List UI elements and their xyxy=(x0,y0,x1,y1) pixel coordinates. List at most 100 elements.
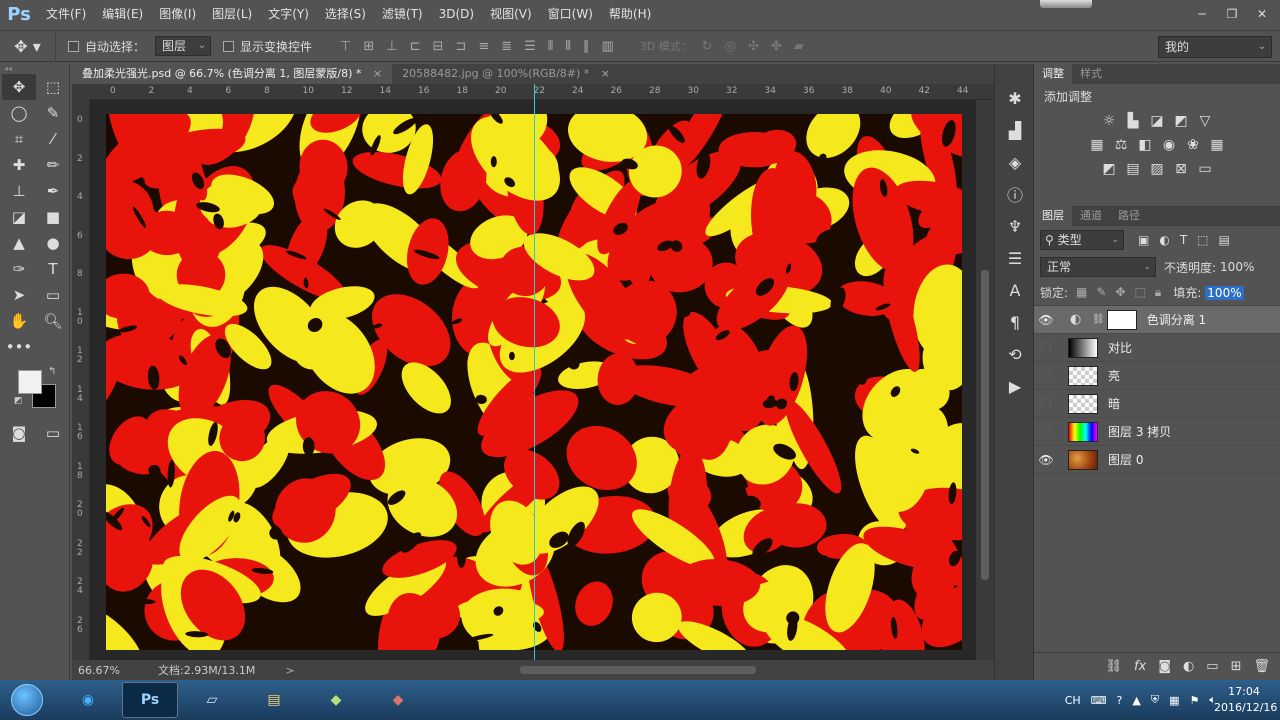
action-center-icon[interactable]: ⚑ xyxy=(1190,694,1200,707)
brush-tool-icon[interactable]: ✏ xyxy=(36,152,70,178)
screen-mode-icon[interactable]: ▭ xyxy=(36,420,70,446)
close-icon[interactable]: × xyxy=(373,67,382,80)
dodge-tool-icon[interactable]: ● xyxy=(36,230,70,256)
fx-icon[interactable]: fx xyxy=(1134,659,1146,674)
show-transform-checkbox[interactable] xyxy=(223,40,235,52)
tray-expand-icon[interactable]: ▲ xyxy=(1132,694,1140,707)
histogram-icon[interactable]: ▟ xyxy=(995,114,1035,146)
menu-layer[interactable]: 图层(L) xyxy=(204,0,260,28)
layer-name[interactable]: 暗 xyxy=(1108,395,1120,412)
more-tools-icon[interactable]: ••• xyxy=(2,334,36,360)
layer-kind-filter[interactable]: ⚲ 类型 ⌄ xyxy=(1040,230,1124,250)
3d-pan-icon[interactable]: ✣ xyxy=(748,39,759,54)
add-mask-icon[interactable]: ◙ xyxy=(1158,659,1171,674)
lock-transparent-icon[interactable]: ▦ xyxy=(1076,285,1087,300)
vertical-ruler[interactable]: 0 2 4 6 8 10 12 14 16 18 20 22 24 26 xyxy=(72,100,90,660)
scroll-thumb[interactable] xyxy=(981,270,989,580)
menu-edit[interactable]: 编辑(E) xyxy=(94,0,151,28)
visibility-toggle[interactable] xyxy=(1034,341,1058,355)
visibility-toggle[interactable] xyxy=(1034,369,1058,383)
auto-align-icon[interactable]: ▥ xyxy=(601,39,613,54)
delete-layer-icon[interactable]: 🗑︎ xyxy=(1253,659,1270,674)
move-tool-icon[interactable]: ✥ xyxy=(2,74,36,100)
eyedropper-tool-icon[interactable]: ⁄ xyxy=(36,126,70,152)
path-select-tool-icon[interactable]: ➤ xyxy=(2,282,36,308)
canvas-workspace[interactable] xyxy=(90,100,976,660)
auto-select-target-dropdown[interactable]: 图层 ⌄ xyxy=(155,36,212,56)
menu-select[interactable]: 选择(S) xyxy=(317,0,374,28)
align-top-icon[interactable]: ⊤ xyxy=(340,39,351,54)
blend-mode-dropdown[interactable]: 正常 ⌄ xyxy=(1040,257,1156,277)
photoshop-task-icon[interactable]: Ps xyxy=(122,682,178,718)
photo-filter-icon[interactable]: ◉ xyxy=(1160,137,1178,153)
3d-roll-icon[interactable]: ◎ xyxy=(725,39,736,54)
menu-3d[interactable]: 3D(D) xyxy=(431,0,482,28)
layer-row[interactable]: 👁︎ ◐ ⛓ 色调分离 1 xyxy=(1034,306,1280,334)
tab-adjustments[interactable]: 调整 xyxy=(1034,64,1072,84)
default-colors-icon[interactable]: ◩ xyxy=(14,396,23,406)
menu-type[interactable]: 文字(Y) xyxy=(260,0,317,28)
3d-slide-icon[interactable]: ✤ xyxy=(771,39,782,54)
type-tool-icon[interactable]: T xyxy=(36,256,70,282)
workspace-dropdown[interactable]: 我的 ⌄ xyxy=(1158,36,1272,58)
distribute-bottom-icon[interactable]: ☰ xyxy=(524,39,536,54)
threshold-icon[interactable]: ▨ xyxy=(1148,161,1166,177)
type-filter-icon[interactable]: T xyxy=(1180,233,1187,247)
quick-select-tool-icon[interactable]: ✎ xyxy=(36,100,70,126)
rectangle-tool-icon[interactable]: ▭ xyxy=(36,282,70,308)
app-task-icon-1[interactable]: ◆ xyxy=(308,682,364,718)
quick-mask-icon[interactable]: ◙ xyxy=(2,420,36,446)
tab-paths[interactable]: 路径 xyxy=(1110,206,1148,226)
pen-tool-icon[interactable]: ✑ xyxy=(2,256,36,282)
zoom-level[interactable]: 66.67% xyxy=(72,664,132,677)
layer-row[interactable]: 对比 xyxy=(1034,334,1280,362)
layer-name[interactable]: 图层 3 拷贝 xyxy=(1108,423,1171,440)
start-button[interactable] xyxy=(0,680,54,720)
fill-value[interactable]: 100% xyxy=(1205,285,1244,300)
menu-file[interactable]: 文件(F) xyxy=(38,0,94,28)
tab-layers[interactable]: 图层 xyxy=(1034,206,1072,226)
adjustment-filter-icon[interactable]: ◐ xyxy=(1159,233,1169,247)
hand-tool-icon[interactable]: ✋ xyxy=(2,308,36,334)
paragraph-icon[interactable]: ¶ xyxy=(995,306,1035,338)
opacity-value[interactable]: 100% xyxy=(1220,260,1254,274)
actions-icon[interactable]: ▶ xyxy=(995,370,1035,402)
clock[interactable]: 17:04 2016/12/16 xyxy=(1214,684,1277,716)
smart-object-filter-icon[interactable]: ▤ xyxy=(1219,233,1230,247)
curves-icon[interactable]: ◪ xyxy=(1148,113,1166,129)
gradient-tool-icon[interactable]: ■ xyxy=(36,204,70,230)
zoom-tool-icon[interactable]: 🔍︎ xyxy=(36,308,70,334)
align-vcenter-icon[interactable]: ⊞ xyxy=(363,39,374,54)
layer-name[interactable]: 图层 0 xyxy=(1108,451,1143,468)
new-layer-icon[interactable]: ⊞ xyxy=(1231,659,1242,674)
levels-icon[interactable]: ▙ xyxy=(1124,113,1142,129)
posterize-icon[interactable]: ▤ xyxy=(1124,161,1142,177)
color-balance-icon[interactable]: ⚖ xyxy=(1112,137,1130,153)
swap-colors-icon[interactable]: ↰ xyxy=(48,366,56,377)
visibility-toggle[interactable] xyxy=(1034,397,1058,411)
black-white-icon[interactable]: ◧ xyxy=(1136,137,1154,153)
auto-select-checkbox[interactable] xyxy=(68,40,79,52)
channel-mixer-icon[interactable]: ❀ xyxy=(1184,137,1202,153)
layer-row[interactable]: 图层 3 拷贝 xyxy=(1034,418,1280,446)
hue-saturation-icon[interactable]: ▦ xyxy=(1088,137,1106,153)
vertical-guide[interactable] xyxy=(534,84,535,662)
minimize-button[interactable]: ─ xyxy=(1190,5,1214,23)
horizontal-ruler[interactable]: 0 2 4 6 8 10 12 14 16 18 20 22 24 26 28 30 32 34 36 38 40 42 4… xyxy=(90,84,1007,100)
align-right-icon[interactable]: ⊐ xyxy=(455,39,466,54)
vertical-scrollbar[interactable] xyxy=(976,100,994,660)
layer-row[interactable]: 亮 xyxy=(1034,362,1280,390)
tab-styles[interactable]: 样式 xyxy=(1072,64,1110,84)
browser-task-icon[interactable]: ◉ xyxy=(60,682,116,718)
menu-image[interactable]: 图像(I) xyxy=(151,0,204,28)
keyboard-icon[interactable]: ⌨ xyxy=(1091,694,1107,707)
align-hcenter-icon[interactable]: ⊟ xyxy=(433,39,444,54)
3d-scale-icon[interactable]: ▰ xyxy=(794,39,804,54)
character-icon[interactable]: A xyxy=(995,274,1035,306)
align-bottom-icon[interactable]: ⊥ xyxy=(386,39,397,54)
color-icon[interactable]: ◈ xyxy=(995,146,1035,178)
exposure-icon[interactable]: ◩ xyxy=(1172,113,1190,129)
layer-mask-thumbnail[interactable] xyxy=(1106,309,1137,330)
brush-presets-icon[interactable]: ♆ xyxy=(995,210,1035,242)
layer-name[interactable]: 对比 xyxy=(1108,339,1132,356)
